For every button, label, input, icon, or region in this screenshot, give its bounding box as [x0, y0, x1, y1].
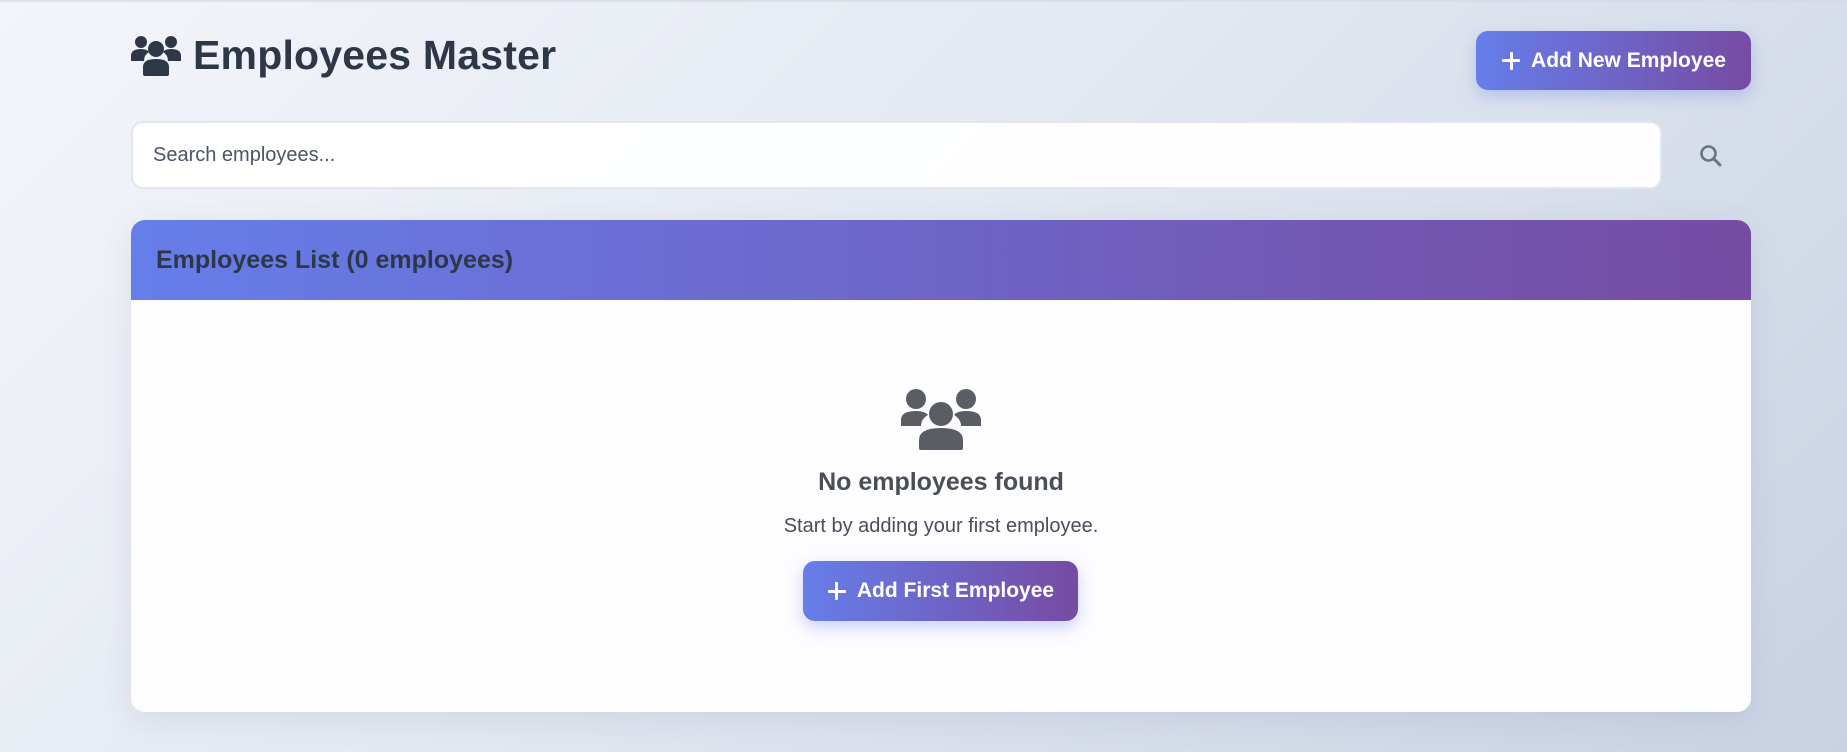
employees-list-header: Employees List (0 employees) [131, 220, 1751, 300]
page-header: Employees Master Add New Employee [131, 30, 1751, 92]
top-edge-shadow [0, 0, 1847, 3]
users-icon [131, 34, 181, 76]
search-input[interactable] [131, 121, 1662, 189]
add-new-employee-button[interactable]: Add New Employee [1476, 31, 1751, 90]
employees-list-card: Employees List (0 employees) No employee… [131, 220, 1751, 712]
plus-icon [827, 581, 847, 601]
empty-state: No employees found Start by adding your … [131, 300, 1751, 712]
title-group: Employees Master [131, 30, 556, 80]
employees-list-title: Employees List (0 employees) [156, 245, 514, 274]
users-icon [901, 386, 981, 450]
search-icon[interactable] [1698, 143, 1724, 169]
empty-state-subtitle: Start by adding your first employee. [783, 515, 1099, 537]
page-title: Employees Master [193, 32, 557, 78]
empty-state-title: No employees found [818, 468, 1064, 496]
search-bar [131, 121, 1751, 189]
plus-icon [1501, 51, 1521, 71]
add-first-employee-button[interactable]: Add First Employee [803, 561, 1078, 621]
add-new-employee-label: Add New Employee [1531, 48, 1726, 72]
add-first-employee-label: Add First Employee [856, 579, 1055, 602]
